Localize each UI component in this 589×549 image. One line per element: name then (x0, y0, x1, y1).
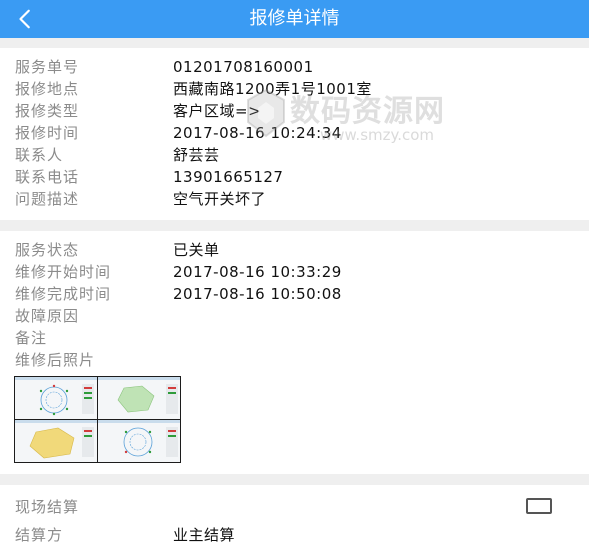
field-value: 已关单 (173, 241, 220, 259)
section-divider (0, 38, 589, 48)
phone-link[interactable]: 13901665127 (173, 166, 283, 188)
field-label: 结算方 (15, 526, 64, 544)
field-label: 维修后照片 (15, 351, 96, 369)
after-repair-photo[interactable] (14, 376, 181, 463)
field-label: 服务状态 (15, 241, 80, 259)
field-label: 服务单号 (15, 58, 80, 76)
field-value: 西藏南路1200弄1号1001室 (173, 80, 372, 98)
field-service-status: 服务状态 已关单 (0, 239, 589, 261)
field-contact: 联系人 舒芸芸 (0, 144, 589, 166)
section-divider (0, 474, 589, 485)
field-settlement-party: 结算方 业主结算 (0, 524, 589, 546)
field-after-photo: 维修后照片 (0, 349, 589, 371)
field-repair-type: 报修类型 客户区域=> (0, 100, 589, 122)
field-location: 报修地点 西藏南路1200弄1号1001室 (0, 78, 589, 100)
field-order-number: 服务单号 01201708160001 (0, 56, 589, 78)
field-report-time: 报修时间 2017-08-16 10:24:34 (0, 122, 589, 144)
field-remark: 备注 (0, 327, 589, 349)
field-finish-time: 维修完成时间 2017-08-16 10:50:08 (0, 283, 589, 305)
field-value: 2017-08-16 10:50:08 (173, 285, 342, 303)
page-title: 报修单详情 (249, 8, 340, 29)
field-start-time: 维修开始时间 2017-08-16 10:33:29 (0, 261, 589, 283)
field-value: 空气开关坏了 (173, 190, 267, 208)
field-label: 报修地点 (15, 80, 80, 98)
field-fault-cause: 故障原因 (0, 305, 589, 327)
field-value: 2017-08-16 10:33:29 (173, 263, 342, 281)
field-value: 客户区域=> (173, 102, 262, 120)
field-label: 联系人 (15, 146, 64, 164)
field-label: 故障原因 (15, 307, 80, 325)
onsite-settlement-checkbox[interactable] (526, 498, 552, 514)
field-label: 问题描述 (15, 190, 80, 208)
field-value: 01201708160001 (173, 58, 314, 76)
field-phone: 联系电话 13901665127 (0, 166, 589, 188)
app-header: 报修单详情 (0, 0, 589, 38)
field-onsite-settlement: 现场结算 (0, 496, 589, 518)
field-label: 报修类型 (15, 102, 80, 120)
field-label: 现场结算 (15, 498, 80, 516)
section-divider (0, 220, 589, 231)
field-value: 2017-08-16 10:24:34 (173, 124, 342, 142)
field-label: 联系电话 (15, 168, 80, 186)
field-label: 报修时间 (15, 124, 80, 142)
field-label: 维修开始时间 (15, 263, 112, 281)
field-description: 问题描述 空气开关坏了 (0, 188, 589, 210)
field-label: 维修完成时间 (15, 285, 112, 303)
photo-thumbnail-image (14, 376, 181, 463)
field-value: 业主结算 (173, 526, 236, 544)
field-value: 舒芸芸 (173, 146, 220, 164)
field-label: 备注 (15, 329, 48, 347)
